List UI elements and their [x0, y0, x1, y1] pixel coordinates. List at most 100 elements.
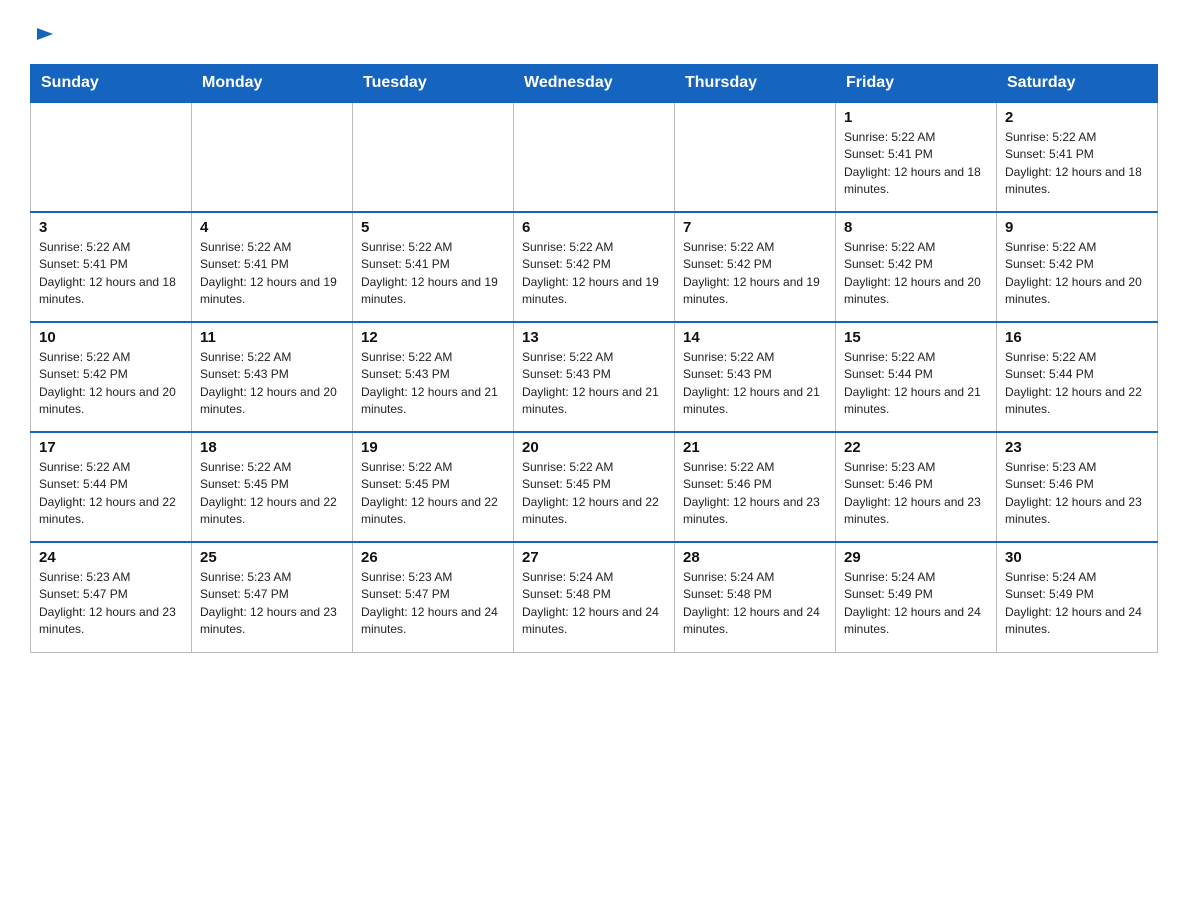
- day-info: Sunrise: 5:23 AMSunset: 5:47 PMDaylight:…: [361, 569, 505, 639]
- table-row: 17 Sunrise: 5:22 AMSunset: 5:44 PMDayligh…: [31, 432, 192, 542]
- table-row: 6Sunrise: 5:22 AMSunset: 5:42 PMDaylight…: [514, 212, 675, 322]
- day-info: Sunrise: 5:22 AMSunset: 5:43 PMDaylight:…: [522, 349, 666, 419]
- header-sunday: Sunday: [31, 65, 192, 103]
- table-row: 7Sunrise: 5:22 AMSunset: 5:42 PMDaylight…: [675, 212, 836, 322]
- day-info: Sunrise: 5:22 AMSunset: 5:41 PMDaylight:…: [844, 129, 988, 199]
- week-row: 24 Sunrise: 5:23 AMSunset: 5:47 PMDayligh…: [31, 542, 1158, 652]
- day-info: Sunrise: 5:22 AMSunset: 5:45 PMDaylight:…: [522, 459, 666, 529]
- table-row: 18 Sunrise: 5:22 AMSunset: 5:45 PMDayligh…: [192, 432, 353, 542]
- table-row: 22 Sunrise: 5:23 AMSunset: 5:46 PMDayligh…: [836, 432, 997, 542]
- week-row: 1 Sunrise: 5:22 AMSunset: 5:41 PMDaylight…: [31, 102, 1158, 212]
- table-row: [192, 102, 353, 212]
- day-info: Sunrise: 5:23 AMSunset: 5:47 PMDaylight:…: [39, 569, 183, 639]
- table-row: [353, 102, 514, 212]
- table-row: 29 Sunrise: 5:24 AMSunset: 5:49 PMDayligh…: [836, 542, 997, 652]
- day-info: Sunrise: 5:22 AMSunset: 5:41 PMDaylight:…: [361, 239, 505, 309]
- day-number: 18: [200, 439, 344, 456]
- day-number: 24: [39, 549, 183, 566]
- day-number: 20: [522, 439, 666, 456]
- day-info: Sunrise: 5:24 AMSunset: 5:49 PMDaylight:…: [1005, 569, 1149, 639]
- table-row: 11 Sunrise: 5:22 AMSunset: 5:43 PMDayligh…: [192, 322, 353, 432]
- table-row: [514, 102, 675, 212]
- header-thursday: Thursday: [675, 65, 836, 103]
- day-number: 5: [361, 219, 505, 236]
- day-number: 25: [200, 549, 344, 566]
- day-info: Sunrise: 5:22 AMSunset: 5:46 PMDaylight:…: [683, 459, 827, 529]
- table-row: 8 Sunrise: 5:22 AMSunset: 5:42 PMDaylight…: [836, 212, 997, 322]
- day-number: 7: [683, 219, 827, 236]
- table-row: 2Sunrise: 5:22 AMSunset: 5:41 PMDaylight…: [997, 102, 1158, 212]
- header-monday: Monday: [192, 65, 353, 103]
- day-info: Sunrise: 5:22 AMSunset: 5:42 PMDaylight:…: [522, 239, 666, 309]
- day-info: Sunrise: 5:22 AMSunset: 5:44 PMDaylight:…: [1005, 349, 1149, 419]
- day-number: 19: [361, 439, 505, 456]
- table-row: [675, 102, 836, 212]
- table-row: 27 Sunrise: 5:24 AMSunset: 5:48 PMDayligh…: [514, 542, 675, 652]
- table-row: 21 Sunrise: 5:22 AMSunset: 5:46 PMDayligh…: [675, 432, 836, 542]
- day-info: Sunrise: 5:22 AMSunset: 5:41 PMDaylight:…: [39, 239, 183, 309]
- table-row: 9 Sunrise: 5:22 AMSunset: 5:42 PMDaylight…: [997, 212, 1158, 322]
- table-row: 3 Sunrise: 5:22 AMSunset: 5:41 PMDaylight…: [31, 212, 192, 322]
- day-number: 10: [39, 329, 183, 346]
- week-row: 3 Sunrise: 5:22 AMSunset: 5:41 PMDaylight…: [31, 212, 1158, 322]
- logo-flag-icon: [33, 26, 55, 48]
- header-friday: Friday: [836, 65, 997, 103]
- day-number: 8: [844, 219, 988, 236]
- day-number: 12: [361, 329, 505, 346]
- week-row: 17 Sunrise: 5:22 AMSunset: 5:44 PMDayligh…: [31, 432, 1158, 542]
- day-number: 26: [361, 549, 505, 566]
- table-row: 1 Sunrise: 5:22 AMSunset: 5:41 PMDaylight…: [836, 102, 997, 212]
- table-row: 24 Sunrise: 5:23 AMSunset: 5:47 PMDayligh…: [31, 542, 192, 652]
- table-row: 5 Sunrise: 5:22 AMSunset: 5:41 PMDaylight…: [353, 212, 514, 322]
- calendar-table: Sunday Monday Tuesday Wednesday Thursday…: [30, 64, 1158, 653]
- header-saturday: Saturday: [997, 65, 1158, 103]
- day-info: Sunrise: 5:22 AMSunset: 5:41 PMDaylight:…: [200, 239, 344, 309]
- header-wednesday: Wednesday: [514, 65, 675, 103]
- day-number: 15: [844, 329, 988, 346]
- day-info: Sunrise: 5:22 AMSunset: 5:45 PMDaylight:…: [361, 459, 505, 529]
- table-row: 4 Sunrise: 5:22 AMSunset: 5:41 PMDaylight…: [192, 212, 353, 322]
- day-number: 17: [39, 439, 183, 456]
- table-row: 15Sunrise: 5:22 AMSunset: 5:44 PMDayligh…: [836, 322, 997, 432]
- day-info: Sunrise: 5:22 AMSunset: 5:43 PMDaylight:…: [200, 349, 344, 419]
- day-number: 27: [522, 549, 666, 566]
- day-info: Sunrise: 5:22 AMSunset: 5:45 PMDaylight:…: [200, 459, 344, 529]
- table-row: 23 Sunrise: 5:23 AMSunset: 5:46 PMDayligh…: [997, 432, 1158, 542]
- weekday-header-row: Sunday Monday Tuesday Wednesday Thursday…: [31, 65, 1158, 103]
- day-info: Sunrise: 5:23 AMSunset: 5:47 PMDaylight:…: [200, 569, 344, 639]
- day-info: Sunrise: 5:22 AMSunset: 5:41 PMDaylight:…: [1005, 129, 1149, 199]
- day-info: Sunrise: 5:22 AMSunset: 5:42 PMDaylight:…: [1005, 239, 1149, 309]
- day-number: 3: [39, 219, 183, 236]
- day-number: 4: [200, 219, 344, 236]
- day-number: 22: [844, 439, 988, 456]
- day-number: 29: [844, 549, 988, 566]
- day-info: Sunrise: 5:22 AMSunset: 5:42 PMDaylight:…: [39, 349, 183, 419]
- table-row: 20 Sunrise: 5:22 AMSunset: 5:45 PMDayligh…: [514, 432, 675, 542]
- day-number: 14: [683, 329, 827, 346]
- day-number: 30: [1005, 549, 1149, 566]
- day-number: 23: [1005, 439, 1149, 456]
- table-row: 16 Sunrise: 5:22 AMSunset: 5:44 PMDayligh…: [997, 322, 1158, 432]
- day-number: 11: [200, 329, 344, 346]
- table-row: 14Sunrise: 5:22 AMSunset: 5:43 PMDayligh…: [675, 322, 836, 432]
- day-info: Sunrise: 5:23 AMSunset: 5:46 PMDaylight:…: [1005, 459, 1149, 529]
- table-row: 25 Sunrise: 5:23 AMSunset: 5:47 PMDayligh…: [192, 542, 353, 652]
- day-info: Sunrise: 5:22 AMSunset: 5:43 PMDaylight:…: [361, 349, 505, 419]
- table-row: 30 Sunrise: 5:24 AMSunset: 5:49 PMDayligh…: [997, 542, 1158, 652]
- day-number: 21: [683, 439, 827, 456]
- day-info: Sunrise: 5:23 AMSunset: 5:46 PMDaylight:…: [844, 459, 988, 529]
- table-row: 12 Sunrise: 5:22 AMSunset: 5:43 PMDayligh…: [353, 322, 514, 432]
- logo: [30, 20, 55, 46]
- table-row: 13Sunrise: 5:22 AMSunset: 5:43 PMDayligh…: [514, 322, 675, 432]
- day-info: Sunrise: 5:22 AMSunset: 5:42 PMDaylight:…: [844, 239, 988, 309]
- table-row: 28Sunrise: 5:24 AMSunset: 5:48 PMDayligh…: [675, 542, 836, 652]
- day-info: Sunrise: 5:24 AMSunset: 5:49 PMDaylight:…: [844, 569, 988, 639]
- day-number: 1: [844, 109, 988, 126]
- header-tuesday: Tuesday: [353, 65, 514, 103]
- day-info: Sunrise: 5:24 AMSunset: 5:48 PMDaylight:…: [522, 569, 666, 639]
- table-row: 10 Sunrise: 5:22 AMSunset: 5:42 PMDayligh…: [31, 322, 192, 432]
- day-number: 16: [1005, 329, 1149, 346]
- header: [30, 20, 1158, 46]
- day-number: 9: [1005, 219, 1149, 236]
- day-info: Sunrise: 5:22 AMSunset: 5:44 PMDaylight:…: [39, 459, 183, 529]
